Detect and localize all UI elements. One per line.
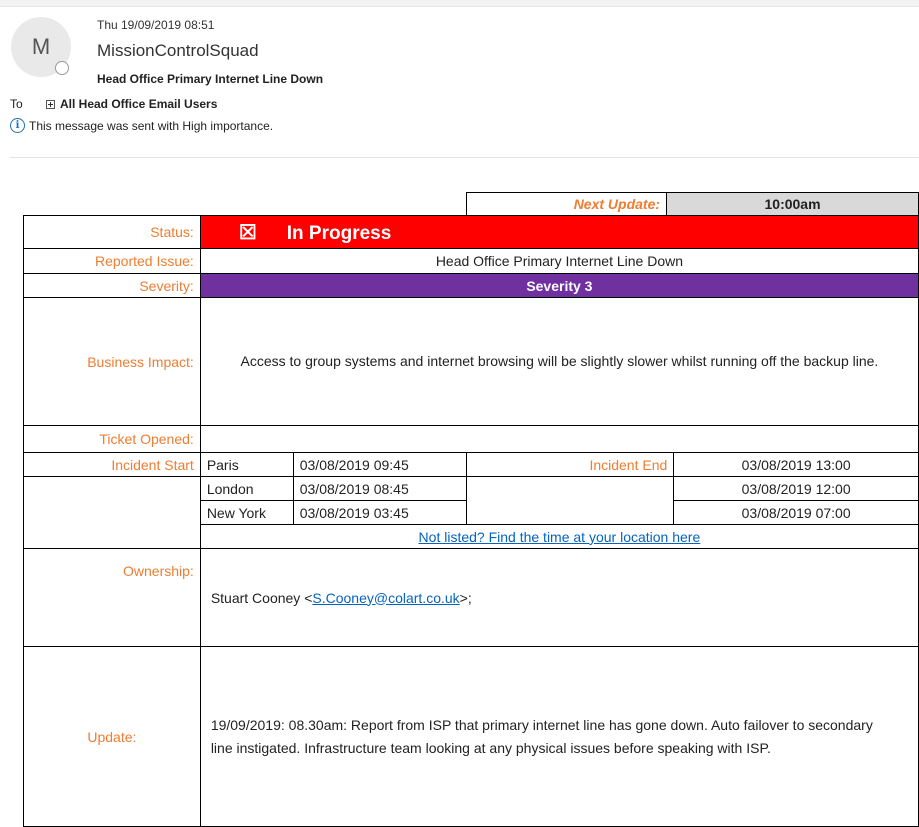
to-label: To (10, 97, 23, 111)
incident-end-time: 03/08/2019 12:00 (673, 476, 919, 501)
severity-label: Severity: (23, 273, 201, 298)
ownership-label: Ownership: (23, 548, 201, 647)
location-link-cell: Not listed? Find the time at your locati… (199, 524, 919, 549)
ticket-opened-label: Ticket Opened: (23, 425, 201, 453)
incident-start-label: Incident Start (23, 452, 201, 477)
recipient-line: To All Head Office Email Users (10, 97, 217, 111)
incident-start-time: 03/08/2019 03:45 (292, 500, 467, 525)
status-checkbox-icon: ☒ (238, 221, 257, 244)
reported-issue-label: Reported Issue: (23, 248, 201, 274)
top-toolbar-strip (0, 0, 919, 7)
email-subject: Head Office Primary Internet Line Down (97, 72, 324, 86)
next-update-table: Next Update: 10:00am (465, 192, 919, 216)
incident-city: New York (199, 500, 294, 525)
incident-city: London (199, 476, 294, 501)
avatar-initial: M (31, 34, 51, 59)
incident-blank-label-cell (23, 476, 201, 549)
ownership-value: Stuart Cooney <S.Cooney@colart.co.uk>; (199, 548, 919, 647)
next-update-label: Next Update: (465, 192, 668, 216)
severity-value: Severity 3 (199, 273, 919, 298)
status-label: Status: (23, 215, 201, 249)
incident-blank-end-label-cell (465, 476, 675, 525)
owner-name: Stuart Cooney < (210, 589, 313, 606)
incident-end-label: Incident End (465, 452, 675, 477)
incident-city: Paris (199, 452, 294, 477)
importance-notice: i This message was sent with High import… (10, 118, 273, 133)
reported-issue-value: Head Office Primary Internet Line Down (199, 248, 919, 274)
incident-report-table: Status: ☒ In Progress Reported Issue: Hea… (23, 215, 919, 827)
incident-end-time: 03/08/2019 13:00 (673, 452, 919, 477)
update-value: 19/09/2019: 08.30am: Report from ISP tha… (199, 646, 919, 827)
importance-text: This message was sent with High importan… (29, 118, 274, 133)
business-impact-label: Business Impact: (23, 297, 201, 426)
incident-start-time: 03/08/2019 09:45 (292, 452, 467, 477)
recipient-group[interactable]: All Head Office Email Users (60, 97, 217, 111)
presence-status-icon (55, 61, 69, 75)
business-impact-value: Access to group systems and internet bro… (199, 297, 919, 426)
update-label: Update: (23, 646, 201, 827)
header-separator (10, 157, 919, 158)
status-value: In Progress (286, 222, 392, 244)
owner-suffix: >; (459, 589, 472, 606)
next-update-value: 10:00am (666, 192, 919, 216)
expand-group-icon[interactable] (46, 99, 55, 109)
email-date: Thu 19/09/2019 08:51 (97, 18, 215, 32)
email-sender[interactable]: MissionControlSquad (97, 41, 259, 61)
location-time-link[interactable]: Not listed? Find the time at your locati… (419, 529, 701, 545)
owner-email-link[interactable]: S.Cooney@colart.co.uk (312, 590, 459, 606)
info-icon: i (10, 118, 25, 133)
incident-end-time: 03/08/2019 07:00 (673, 500, 919, 525)
ticket-opened-value (199, 425, 919, 453)
status-value-cell: ☒ In Progress (199, 215, 919, 249)
incident-start-time: 03/08/2019 08:45 (292, 476, 467, 501)
